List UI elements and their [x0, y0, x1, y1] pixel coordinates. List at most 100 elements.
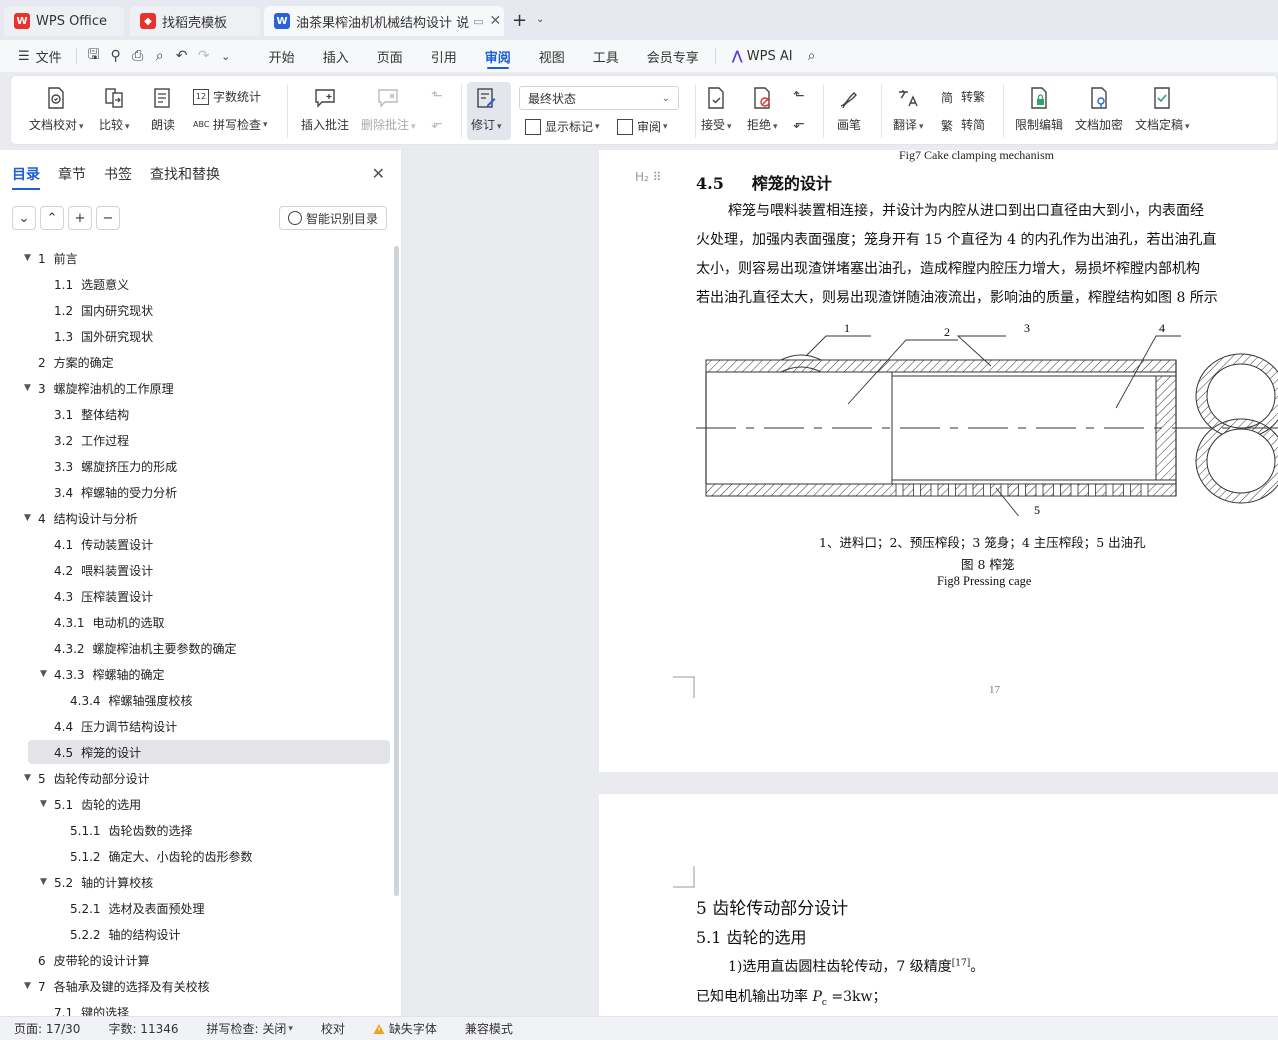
menu-view[interactable]: 视图	[531, 40, 573, 72]
undo-icon[interactable]: ↶	[171, 45, 193, 67]
expand-triangle-icon[interactable]: ▼	[24, 981, 31, 991]
accept-button[interactable]: 接受 ▾	[701, 86, 732, 133]
toc-item[interactable]: ▼ 4.3.3 榨螺轴的确定	[28, 662, 390, 686]
next-comment-icon[interactable]: ⬐	[431, 116, 443, 132]
toc-item[interactable]: 1.3 国外研究现状	[28, 324, 390, 348]
toc-item[interactable]: ▼ 3 螺旋榨油机的工作原理	[24, 376, 390, 400]
add-heading-button[interactable]: +	[68, 206, 92, 230]
chevron-down-icon[interactable]: ⌄	[215, 45, 237, 67]
toc-item[interactable]: ▼ 7 各轴承及键的选择及有关校核	[24, 974, 390, 998]
expand-triangle-icon[interactable]: ▼	[40, 877, 47, 887]
restrict-edit-button[interactable]: 限制编辑	[1015, 86, 1063, 133]
print-preview-icon[interactable]: ⌕	[149, 45, 171, 67]
show-markup-button[interactable]: 显示标记 ▾	[525, 118, 600, 135]
toc-item[interactable]: 1.1 选题意义	[28, 272, 390, 296]
toc-item[interactable]: 7.1 键的选择	[28, 1000, 390, 1017]
search-icon[interactable]: ⌕	[801, 45, 823, 67]
collapse-up-button[interactable]: ⌃	[40, 206, 64, 230]
toc-item[interactable]: 4.3.4 榨螺轴强度校核	[28, 688, 390, 712]
menu-start[interactable]: 开始	[261, 40, 303, 72]
toc-item[interactable]: 3.1 整体结构	[28, 402, 390, 426]
expand-down-button[interactable]: ⌄	[12, 206, 36, 230]
citation-ref[interactable]: [17]	[952, 958, 970, 968]
toc-item[interactable]: 4.5 榨笼的设计	[28, 740, 390, 764]
menu-reference[interactable]: 引用	[423, 40, 465, 72]
to-simplified-button[interactable]: 繁 转简	[941, 116, 985, 133]
tab-bookmarks[interactable]: 书签	[104, 164, 132, 184]
toc-item[interactable]: 4.3.2 螺旋榨油机主要参数的确定	[28, 636, 390, 660]
toc-item[interactable]: 3.4 榨螺轴的受力分析	[28, 480, 390, 504]
expand-triangle-icon[interactable]: ▼	[40, 669, 47, 679]
menu-member[interactable]: 会员专享	[639, 40, 707, 72]
compat-mode-indicator[interactable]: 兼容模式	[451, 1020, 527, 1037]
tab-find-replace[interactable]: 查找和替换	[150, 164, 220, 184]
document-page[interactable]: Fig7 Cake clamping mechanism H₂ ⠿ 4.5 榨笼的…	[599, 150, 1278, 772]
proof-indicator[interactable]: 校对	[307, 1020, 359, 1037]
close-icon[interactable]: ✕	[372, 164, 385, 183]
toc-item[interactable]: 5.2.2 轴的结构设计	[28, 922, 390, 946]
toc-item[interactable]: 4.4 压力调节结构设计	[28, 714, 390, 738]
missing-font-indicator[interactable]: 缺失字体	[359, 1020, 451, 1037]
toc-item[interactable]: 4.1 传动装置设计	[28, 532, 390, 556]
expand-triangle-icon[interactable]: ▼	[24, 383, 31, 393]
revise-button[interactable]: 修订 ▾	[471, 86, 502, 133]
tab-wps-office[interactable]: W WPS Office	[4, 6, 124, 36]
expand-triangle-icon[interactable]: ▼	[24, 773, 31, 783]
heading-marker[interactable]: H₂ ⠿	[635, 170, 661, 184]
toc-item[interactable]: 4.2 喂料装置设计	[28, 558, 390, 582]
monitor-icon[interactable]: ▭	[473, 15, 483, 28]
tab-chapters[interactable]: 章节	[58, 164, 86, 184]
word-count-indicator[interactable]: 字数: 11346	[94, 1020, 192, 1037]
chevron-down-icon[interactable]: ⌄	[536, 14, 544, 25]
toc-item[interactable]: 5.1.1 齿轮齿数的选择	[28, 818, 390, 842]
delete-comment-button[interactable]: 删除批注 ▾	[361, 86, 416, 133]
word-count-button[interactable]: 12 字数统计	[193, 88, 261, 105]
toc-item[interactable]: ▼ 4 结构设计与分析	[24, 506, 390, 530]
tab-docer-template[interactable]: ◆ 找稻壳模板	[130, 6, 260, 36]
to-traditional-button[interactable]: 简 转繁	[941, 88, 985, 105]
read-aloud-button[interactable]: 朗读	[151, 86, 175, 133]
menu-page[interactable]: 页面	[369, 40, 411, 72]
smart-toc-button[interactable]: 智能识别目录	[278, 206, 387, 230]
wps-ai-button[interactable]: ⋀ WPS AI	[724, 40, 801, 72]
expand-triangle-icon[interactable]: ▼	[24, 513, 31, 523]
next-revision-icon[interactable]: ⬐	[793, 116, 805, 132]
close-icon[interactable]: ✕	[484, 13, 502, 29]
expand-triangle-icon[interactable]: ▼	[24, 253, 31, 263]
menu-tools[interactable]: 工具	[585, 40, 627, 72]
prev-comment-icon[interactable]: ⬑	[431, 88, 443, 104]
toc-item[interactable]: 3.2 工作过程	[28, 428, 390, 452]
toc-scrollbar[interactable]	[394, 246, 399, 896]
new-tab-plus-icon[interactable]: +	[512, 10, 527, 31]
encrypt-button[interactable]: 文档加密	[1075, 86, 1123, 133]
save-icon[interactable]: 🖫	[83, 45, 105, 67]
toc-item[interactable]: 2 方案的确定	[28, 350, 390, 374]
toc-item[interactable]: ▼ 5.1 齿轮的选用	[28, 792, 390, 816]
toc-item[interactable]: ▼ 5 齿轮传动部分设计	[24, 766, 390, 790]
tab-document[interactable]: W 油茶果榨油机机械结构设计 说 ▭ ✕	[264, 6, 504, 36]
pen-button[interactable]: 画笔	[837, 86, 861, 133]
file-menu[interactable]: ☰ 文件	[10, 40, 70, 72]
drag-handle-icon[interactable]: ⠿	[653, 170, 662, 184]
finalize-button[interactable]: 文档定稿 ▾	[1135, 86, 1190, 133]
compare-button[interactable]: 比较 ▾	[99, 86, 130, 133]
remove-heading-button[interactable]: −	[96, 206, 120, 230]
document-canvas[interactable]: Fig7 Cake clamping mechanism H₂ ⠿ 4.5 榨笼的…	[403, 150, 1278, 1016]
tab-toc[interactable]: 目录	[12, 164, 40, 190]
prev-revision-icon[interactable]: ⬑	[793, 88, 805, 104]
toc-item[interactable]: 4.3.1 电动机的选取	[28, 610, 390, 634]
document-page[interactable]: 5 齿轮传动部分设计 5.1 齿轮的选用 1)选用直齿圆柱齿轮传动，7 级精度[…	[599, 794, 1278, 1016]
translate-button[interactable]: 翻译 ▾	[893, 86, 924, 133]
spell-check-button[interactable]: ABC 拼写检查 ▾	[193, 116, 268, 133]
toc-item[interactable]: 3.3 螺旋挤压力的形成	[28, 454, 390, 478]
insert-comment-button[interactable]: 插入批注	[301, 86, 349, 133]
review-pane-button[interactable]: 审阅 ▾	[617, 118, 668, 135]
redo-icon[interactable]: ↷	[193, 45, 215, 67]
toc-item[interactable]: 5.2.1 选材及表面预处理	[28, 896, 390, 920]
print-icon[interactable]: ⎙	[127, 45, 149, 67]
toc-item[interactable]: 6 皮带轮的设计计算	[28, 948, 390, 972]
reject-button[interactable]: 拒绝 ▾	[747, 86, 778, 133]
toc-item[interactable]: 1.2 国内研究现状	[28, 298, 390, 322]
toc-item[interactable]: 5.1.2 确定大、小齿轮的齿形参数	[28, 844, 390, 868]
doc-check-button[interactable]: 文档校对 ▾	[29, 86, 84, 133]
